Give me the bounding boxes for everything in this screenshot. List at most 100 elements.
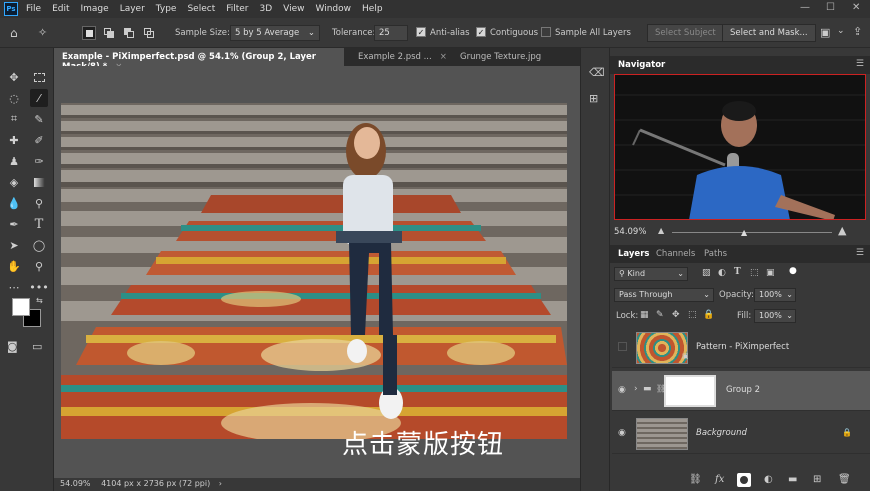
- blur-tool-icon[interactable]: 💧: [5, 194, 23, 212]
- sample-size-select[interactable]: 5 by 5 Average ⌄: [230, 25, 320, 41]
- tab-paths[interactable]: Paths: [704, 249, 727, 259]
- menu-window[interactable]: Window: [316, 4, 352, 14]
- add-selection-icon[interactable]: [102, 26, 116, 40]
- new-selection-icon[interactable]: [82, 26, 96, 40]
- dodge-tool-icon[interactable]: ⚲: [30, 194, 48, 212]
- screen-mode-icon[interactable]: ▭: [32, 340, 42, 353]
- panel-menu-icon[interactable]: ☰: [856, 248, 864, 258]
- menu-filter[interactable]: Filter: [226, 4, 248, 14]
- panel-menu-icon[interactable]: ☰: [856, 59, 864, 69]
- tab-channels[interactable]: Channels: [656, 249, 695, 259]
- clone-stamp-tool-icon[interactable]: ♟: [5, 152, 23, 170]
- navigator-zoom-slider[interactable]: [672, 232, 832, 233]
- add-layer-mask-icon[interactable]: [737, 473, 751, 487]
- maximize-icon[interactable]: ☐: [826, 2, 835, 13]
- link-layers-icon[interactable]: ⛓: [689, 474, 702, 485]
- menu-file[interactable]: File: [26, 4, 41, 14]
- filter-toggle-icon[interactable]: ●: [789, 266, 797, 276]
- layer-row-background[interactable]: ◉ Background 🔒: [612, 414, 870, 454]
- lock-all-icon[interactable]: 🔒: [703, 310, 714, 320]
- delete-layer-trash-icon[interactable]: 🗑: [838, 474, 851, 485]
- zoom-in-mountain-icon[interactable]: ▲: [838, 224, 846, 237]
- menu-view[interactable]: View: [283, 4, 304, 14]
- chevron-down-icon[interactable]: ⌄: [837, 26, 845, 36]
- status-zoom[interactable]: 54.09%: [60, 479, 91, 488]
- history-icon[interactable]: ⌫: [589, 66, 605, 79]
- tab-grunge-texture[interactable]: Grunge Texture.jpg: [452, 48, 549, 66]
- layer-style-fx-icon[interactable]: fx: [715, 474, 724, 485]
- intersect-selection-icon[interactable]: [142, 26, 156, 40]
- minimize-icon[interactable]: —: [800, 2, 810, 13]
- close-icon[interactable]: ✕: [852, 2, 860, 13]
- layer-row-pattern[interactable]: ▣ Pattern - PiXimperfect: [612, 328, 870, 368]
- gradient-tool-icon[interactable]: [30, 173, 48, 191]
- new-layer-icon[interactable]: ⊞: [813, 474, 821, 485]
- properties-icon[interactable]: ⊞: [589, 92, 598, 105]
- fill-input[interactable]: 100% ⌄: [754, 309, 796, 323]
- filter-adjustment-icon[interactable]: ◐: [718, 268, 726, 278]
- crop-tool-icon[interactable]: ⌗: [5, 110, 23, 128]
- menu-layer[interactable]: Layer: [120, 4, 145, 14]
- lock-transparent-icon[interactable]: ▦: [640, 310, 649, 320]
- move-tool-icon[interactable]: ✥: [5, 68, 23, 86]
- adjustment-layer-icon[interactable]: ◐: [764, 474, 773, 485]
- brush-tool-icon[interactable]: ✐: [30, 131, 48, 149]
- quick-mask-icon[interactable]: ◙: [7, 340, 18, 353]
- lasso-tool-icon[interactable]: ◌: [5, 89, 23, 107]
- menu-help[interactable]: Help: [362, 4, 383, 14]
- anti-alias-checkbox[interactable]: ✓: [416, 27, 426, 37]
- subtract-selection-icon[interactable]: [122, 26, 136, 40]
- ellipse-tool-icon[interactable]: ◯: [30, 236, 48, 254]
- opacity-input[interactable]: 100% ⌄: [754, 288, 796, 302]
- healing-brush-tool-icon[interactable]: ✚: [5, 131, 23, 149]
- filter-pixel-icon[interactable]: ▨: [702, 268, 711, 278]
- tab-example-psd[interactable]: Example - PiXimperfect.psd @ 54.1% (Grou…: [54, 48, 344, 72]
- close-tab-icon[interactable]: ×: [440, 52, 447, 62]
- marquee-tool-icon[interactable]: [30, 68, 48, 86]
- select-subject-button[interactable]: Select Subject: [647, 24, 724, 42]
- blend-mode-select[interactable]: Pass Through ⌄: [614, 288, 714, 302]
- home-icon[interactable]: ⌂: [10, 26, 18, 40]
- eye-icon[interactable]: ◉: [618, 428, 626, 438]
- tab-example-2[interactable]: Example 2.psd ... ×: [350, 48, 455, 66]
- menu-select[interactable]: Select: [187, 4, 215, 14]
- contiguous-checkbox[interactable]: ✓: [476, 27, 486, 37]
- edit-toolbar-icon[interactable]: ⋯: [5, 278, 23, 296]
- select-and-mask-button[interactable]: Select and Mask...: [722, 24, 816, 42]
- visibility-toggle-off[interactable]: [618, 342, 627, 351]
- lock-image-icon[interactable]: ✎: [656, 310, 664, 320]
- workspace-icon[interactable]: ▣: [820, 26, 830, 39]
- zoom-tool-icon[interactable]: ⚲: [30, 257, 48, 275]
- layer-name[interactable]: Group 2: [726, 385, 760, 395]
- new-group-folder-icon[interactable]: ▬: [788, 474, 797, 485]
- magic-wand-preset-icon[interactable]: ✧: [38, 26, 47, 39]
- menu-image[interactable]: Image: [81, 4, 109, 14]
- history-brush-tool-icon[interactable]: ✑: [30, 152, 48, 170]
- layer-row-group-2[interactable]: ◉ › ▬ ⛓ Group 2: [612, 371, 870, 411]
- navigator-slider-handle[interactable]: ▲: [741, 228, 747, 237]
- lock-position-icon[interactable]: ✥: [672, 310, 680, 320]
- pen-tool-icon[interactable]: ✒: [5, 215, 23, 233]
- chevron-right-icon[interactable]: ›: [219, 479, 222, 488]
- layer-name[interactable]: Background: [696, 428, 747, 438]
- more-tools-icon[interactable]: •••: [29, 278, 48, 296]
- lock-artboard-icon[interactable]: ⬚: [688, 310, 697, 320]
- eyedropper-tool-icon[interactable]: ✎: [30, 110, 48, 128]
- hand-tool-icon[interactable]: ✋: [5, 257, 23, 275]
- layer-filter-kind[interactable]: ⚲ Kind ⌄: [614, 267, 688, 281]
- eye-icon[interactable]: ◉: [618, 385, 626, 395]
- navigator-preview[interactable]: [614, 74, 866, 220]
- filter-shape-icon[interactable]: ⬚: [750, 268, 759, 278]
- magic-wand-tool-icon[interactable]: ⁄: [30, 89, 48, 107]
- foreground-color-front[interactable]: [12, 298, 30, 316]
- document-canvas[interactable]: [61, 103, 567, 439]
- filter-smart-object-icon[interactable]: ▣: [766, 268, 775, 278]
- layer-name[interactable]: Pattern - PiXimperfect: [696, 342, 789, 352]
- eraser-tool-icon[interactable]: ◈: [5, 173, 23, 191]
- menu-3d[interactable]: 3D: [260, 4, 273, 14]
- swap-colors-icon[interactable]: ⇆: [36, 296, 43, 305]
- sample-all-layers-checkbox[interactable]: [541, 27, 551, 37]
- zoom-out-mountain-icon[interactable]: ▲: [658, 226, 664, 235]
- path-selection-tool-icon[interactable]: ➤: [5, 236, 23, 254]
- share-icon[interactable]: ⇪: [853, 25, 862, 38]
